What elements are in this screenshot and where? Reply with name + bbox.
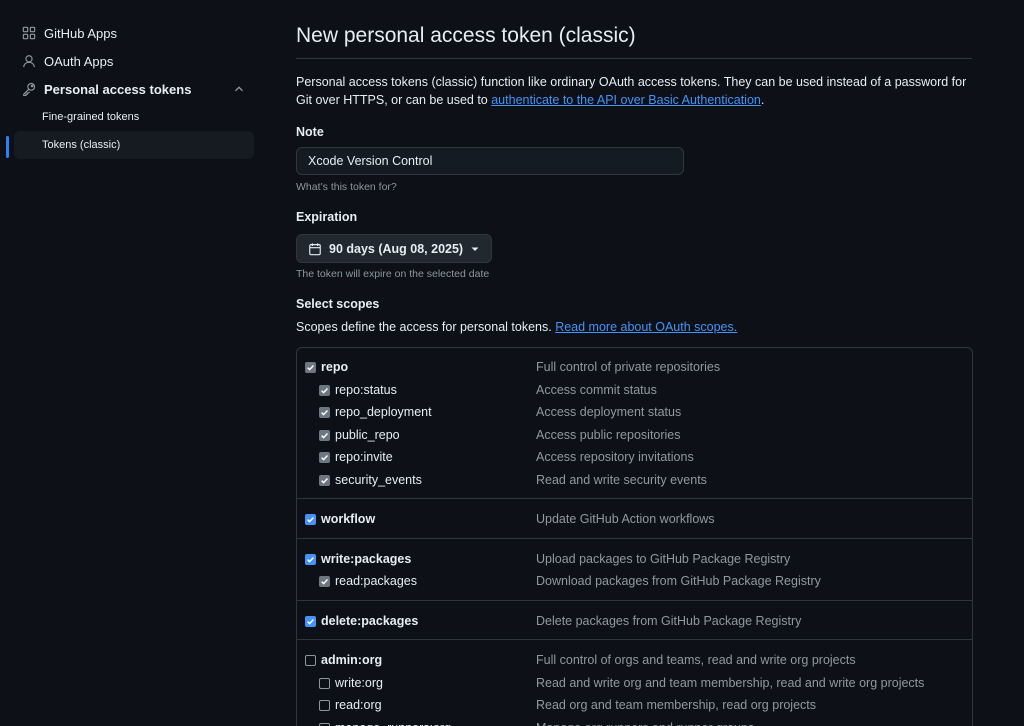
intro-text-end: . — [760, 93, 765, 107]
sidebar-item-personal-access-tokens[interactable]: Personal access tokens — [14, 75, 254, 103]
scope-checkbox[interactable] — [319, 576, 330, 587]
scope-name[interactable]: security_events — [335, 473, 422, 487]
scope-description: Update GitHub Action workflows — [536, 512, 715, 526]
sidebar-item-label: OAuth Apps — [44, 53, 114, 69]
scopes-label: Select scopes — [296, 297, 380, 311]
scopes-table: repo Full control of private repositories… — [296, 347, 973, 726]
basic-auth-link[interactable]: authenticate to the API over Basic Authe… — [491, 93, 761, 107]
sidebar-subitem-label: Tokens (classic) — [42, 139, 121, 151]
scope-checkbox[interactable] — [319, 384, 330, 396]
person-icon — [21, 53, 37, 69]
scope-row: read:packages Download packages from GitH… — [297, 570, 972, 592]
calendar-icon — [308, 242, 322, 256]
sidebar-subitem-tokens-classic[interactable]: Tokens (classic) — [14, 131, 254, 159]
scope-name[interactable]: write:packages — [321, 552, 411, 566]
scope-row: delete:packages Delete packages from GitH… — [297, 610, 972, 632]
scope-row: public_repo Access public repositories — [297, 424, 972, 446]
apps-icon — [21, 25, 37, 41]
scope-checkbox[interactable] — [319, 407, 330, 418]
scope-group: delete:packages Delete packages from GitH… — [297, 602, 972, 640]
scopes-description: Scopes define the access for personal to… — [296, 320, 737, 334]
scope-description: Access commit status — [536, 382, 657, 397]
scope-group: admin:org Full control of orgs and teams,… — [297, 641, 972, 726]
scope-checkbox[interactable] — [305, 514, 316, 525]
scope-checkbox[interactable] — [305, 553, 316, 565]
active-indicator — [6, 136, 9, 158]
scopes-description-text: Scopes define the access for personal to… — [296, 320, 556, 334]
sidebar-subitem-label: Fine-grained tokens — [42, 111, 140, 123]
scope-description: Access public repositories — [536, 427, 681, 442]
scope-name[interactable]: delete:packages — [321, 614, 418, 628]
scope-group: workflow Update GitHub Action workflows — [297, 500, 972, 539]
triangle-down-icon — [471, 245, 479, 253]
scope-row: repo Full control of private repositories — [297, 356, 972, 378]
expiration-value: 90 days (Aug 08, 2025) — [329, 241, 464, 256]
scope-checkbox[interactable] — [319, 429, 330, 441]
key-icon — [21, 81, 37, 97]
scope-group: repo Full control of private repositories… — [297, 348, 972, 499]
scope-row: workflow Update GitHub Action workflows — [297, 508, 972, 530]
scope-checkbox[interactable] — [319, 452, 330, 463]
scope-description: Read and write security events — [536, 472, 707, 487]
scope-checkbox[interactable] — [305, 615, 316, 627]
scope-row: read:org Read org and team membership, re… — [297, 694, 972, 716]
scope-name[interactable]: public_repo — [335, 428, 400, 442]
scope-description: Upload packages to GitHub Package Regist… — [536, 551, 791, 566]
scope-description: Full control of private repositories — [536, 360, 721, 374]
scope-row: repo:status Access commit status — [297, 379, 972, 401]
scope-checkbox[interactable] — [319, 722, 330, 726]
sidebar-item-label: Personal access tokens — [44, 81, 192, 97]
scope-group: write:packages Upload packages to GitHub … — [297, 540, 972, 601]
intro-text: Personal access tokens (classic) functio… — [296, 73, 972, 109]
scope-checkbox[interactable] — [319, 677, 330, 689]
scope-name[interactable]: workflow — [321, 512, 375, 526]
scope-row: repo:invite Access repository invitations — [297, 446, 972, 468]
title-divider — [296, 58, 972, 59]
scope-name[interactable]: write:org — [335, 676, 383, 690]
scope-name[interactable]: admin:org — [321, 653, 382, 667]
scope-name[interactable]: manage_runners:org — [335, 721, 451, 726]
scope-description: Read and write org and team membership, … — [536, 675, 925, 690]
scope-name[interactable]: repo:status — [335, 383, 397, 397]
expiration-select[interactable]: 90 days (Aug 08, 2025) — [296, 234, 492, 263]
expiration-label: Expiration — [296, 210, 358, 224]
scope-row: manage_runners:org Manage org runners and… — [297, 717, 972, 726]
scope-name[interactable]: read:org — [335, 698, 382, 712]
scope-description: Read org and team membership, read org p… — [536, 698, 817, 712]
sidebar-item-label: GitHub Apps — [44, 25, 117, 41]
scope-name[interactable]: read:packages — [335, 574, 417, 588]
chevron-up-icon[interactable] — [232, 82, 246, 96]
scope-row: admin:org Full control of orgs and teams,… — [297, 649, 972, 671]
scope-description: Access deployment status — [536, 405, 682, 419]
note-hint: What’s this token for? — [296, 181, 397, 193]
expiration-hint: The token will expire on the selected da… — [296, 268, 490, 280]
settings-sidebar: GitHub Apps OAuth Apps Personal access t… — [0, 0, 262, 726]
scope-row: write:org Read and write org and team mem… — [297, 672, 972, 694]
page-title: New personal access token (classic) — [296, 24, 636, 47]
scope-checkbox[interactable] — [319, 474, 330, 486]
scope-name[interactable]: repo_deployment — [335, 405, 432, 419]
scope-checkbox[interactable] — [319, 700, 330, 711]
sidebar-item-github-apps[interactable]: GitHub Apps — [14, 19, 254, 47]
scope-row: write:packages Upload packages to GitHub … — [297, 548, 972, 570]
scope-row: security_events Read and write security e… — [297, 469, 972, 491]
sidebar-item-oauth-apps[interactable]: OAuth Apps — [14, 47, 254, 75]
scope-description: Full control of orgs and teams, read and… — [536, 653, 856, 667]
sidebar-subitem-fine-grained-tokens[interactable]: Fine-grained tokens — [14, 103, 254, 131]
scope-description: Download packages from GitHub Package Re… — [536, 574, 821, 588]
scope-name[interactable]: repo:invite — [335, 450, 393, 464]
scope-checkbox[interactable] — [305, 362, 316, 373]
note-label: Note — [296, 125, 324, 139]
scope-checkbox[interactable] — [305, 655, 316, 666]
scope-row: repo_deployment Access deployment status — [297, 401, 972, 423]
scope-description: Delete packages from GitHub Package Regi… — [536, 613, 802, 628]
note-input[interactable] — [296, 147, 684, 175]
oauth-scopes-link[interactable]: Read more about OAuth scopes. — [555, 320, 737, 334]
scope-description: Manage org runners and runner groups — [536, 721, 754, 726]
scope-name[interactable]: repo — [321, 360, 348, 374]
scope-description: Access repository invitations — [536, 450, 694, 464]
